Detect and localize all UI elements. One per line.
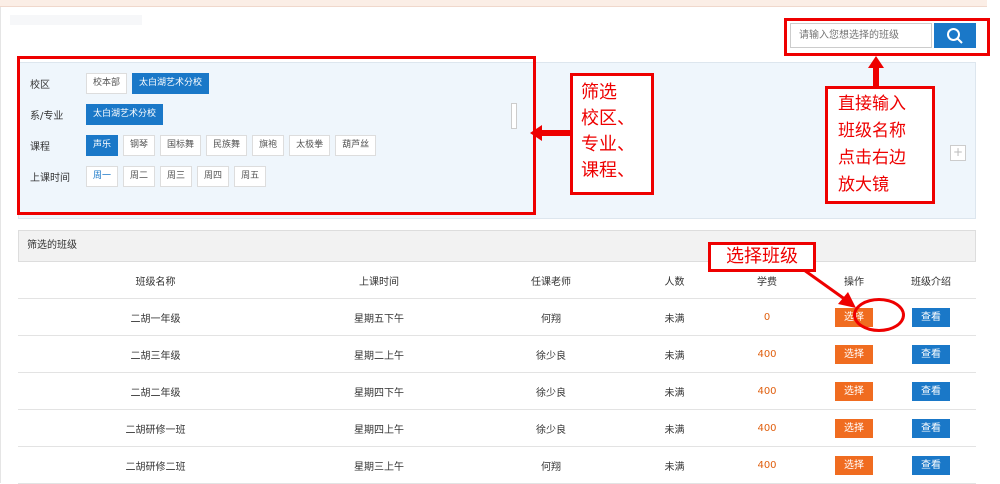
cell-time: 星期二上午: [293, 335, 465, 373]
arrow-left-icon: [530, 125, 570, 141]
table-row: 二胡研修二班 星期三上午 何翔 未满 400 选择 查看: [18, 446, 976, 484]
select-callout: 选择班级: [708, 242, 816, 272]
filter-callout-line: 课程、: [581, 160, 635, 181]
cell-action: 选择: [822, 335, 886, 373]
cell-teacher: 何翔: [465, 298, 637, 336]
select-class-button[interactable]: 选择: [835, 344, 873, 364]
cell-name: 二胡二年级: [18, 372, 293, 410]
select-highlight-circle: [853, 298, 905, 332]
filter-callout-line: 筛选: [581, 82, 617, 103]
arrow-up-icon: [868, 56, 884, 86]
col-header-intro: 班级介绍: [886, 262, 976, 299]
search-callout-line: 直接输入: [838, 94, 906, 114]
filter-callout-line: 专业、: [581, 134, 635, 155]
filter-highlight-box: [17, 56, 536, 215]
cell-teacher: 徐少良: [465, 335, 637, 373]
search-callout-line: 点击右边: [838, 148, 906, 168]
cell-fee: 400: [712, 446, 822, 484]
cell-name: 二胡研修一班: [18, 409, 293, 447]
cell-count: 未满: [637, 372, 712, 410]
col-header-count: 人数: [637, 262, 712, 299]
cell-teacher: 徐少良: [465, 372, 637, 410]
cell-name: 二胡三年级: [18, 335, 293, 373]
top-placeholder: [10, 15, 142, 25]
cell-time: 星期五下午: [293, 298, 465, 336]
cell-time: 星期四下午: [293, 372, 465, 410]
select-class-button[interactable]: 选择: [835, 381, 873, 401]
select-class-button[interactable]: 选择: [835, 418, 873, 438]
col-header-time: 上课时间: [293, 262, 465, 299]
cell-teacher: 何翔: [465, 446, 637, 484]
cell-time: 星期四上午: [293, 409, 465, 447]
section-title: 筛选的班级: [18, 230, 976, 262]
cell-action: 选择: [822, 446, 886, 484]
expand-plus-icon[interactable]: +: [950, 145, 966, 161]
search-highlight-box: [784, 18, 990, 56]
select-class-button[interactable]: 选择: [835, 455, 873, 475]
cell-name: 二胡一年级: [18, 298, 293, 336]
cell-action: 选择: [822, 372, 886, 410]
cell-intro: 查看: [886, 335, 976, 373]
cell-fee: 400: [712, 372, 822, 410]
cell-teacher: 徐少良: [465, 409, 637, 447]
left-border: [0, 0, 1, 483]
col-header-name: 班级名称: [18, 262, 293, 299]
cell-fee: 400: [712, 409, 822, 447]
filter-callout: 筛选 校区、 专业、 课程、: [570, 73, 654, 195]
search-callout: 直接输入 班级名称 点击右边 放大镜: [825, 86, 935, 204]
cell-count: 未满: [637, 409, 712, 447]
col-header-teacher: 任课老师: [465, 262, 637, 299]
cell-count: 未满: [637, 335, 712, 373]
search-callout-line: 放大镜: [838, 175, 889, 195]
cell-time: 星期三上午: [293, 446, 465, 484]
cell-fee: 400: [712, 335, 822, 373]
cell-name: 二胡研修二班: [18, 446, 293, 484]
cell-count: 未满: [637, 298, 712, 336]
cell-action: 选择: [822, 409, 886, 447]
view-class-button[interactable]: 查看: [912, 381, 950, 401]
view-class-button[interactable]: 查看: [912, 455, 950, 475]
arrow-diagonal-icon: [803, 268, 856, 308]
filter-callout-line: 校区、: [581, 108, 635, 129]
view-class-button[interactable]: 查看: [912, 418, 950, 438]
table-row: 二胡二年级 星期四下午 徐少良 未满 400 选择 查看: [18, 372, 976, 410]
cell-intro: 查看: [886, 446, 976, 484]
cell-count: 未满: [637, 446, 712, 484]
top-bar: [0, 0, 987, 7]
cell-intro: 查看: [886, 409, 976, 447]
view-class-button[interactable]: 查看: [912, 344, 950, 364]
search-callout-line: 班级名称: [838, 121, 906, 141]
table-row: 二胡研修一班 星期四上午 徐少良 未满 400 选择 查看: [18, 409, 976, 447]
cell-intro: 查看: [886, 372, 976, 410]
view-class-button[interactable]: 查看: [912, 307, 950, 327]
table-row: 二胡三年级 星期二上午 徐少良 未满 400 选择 查看: [18, 335, 976, 373]
